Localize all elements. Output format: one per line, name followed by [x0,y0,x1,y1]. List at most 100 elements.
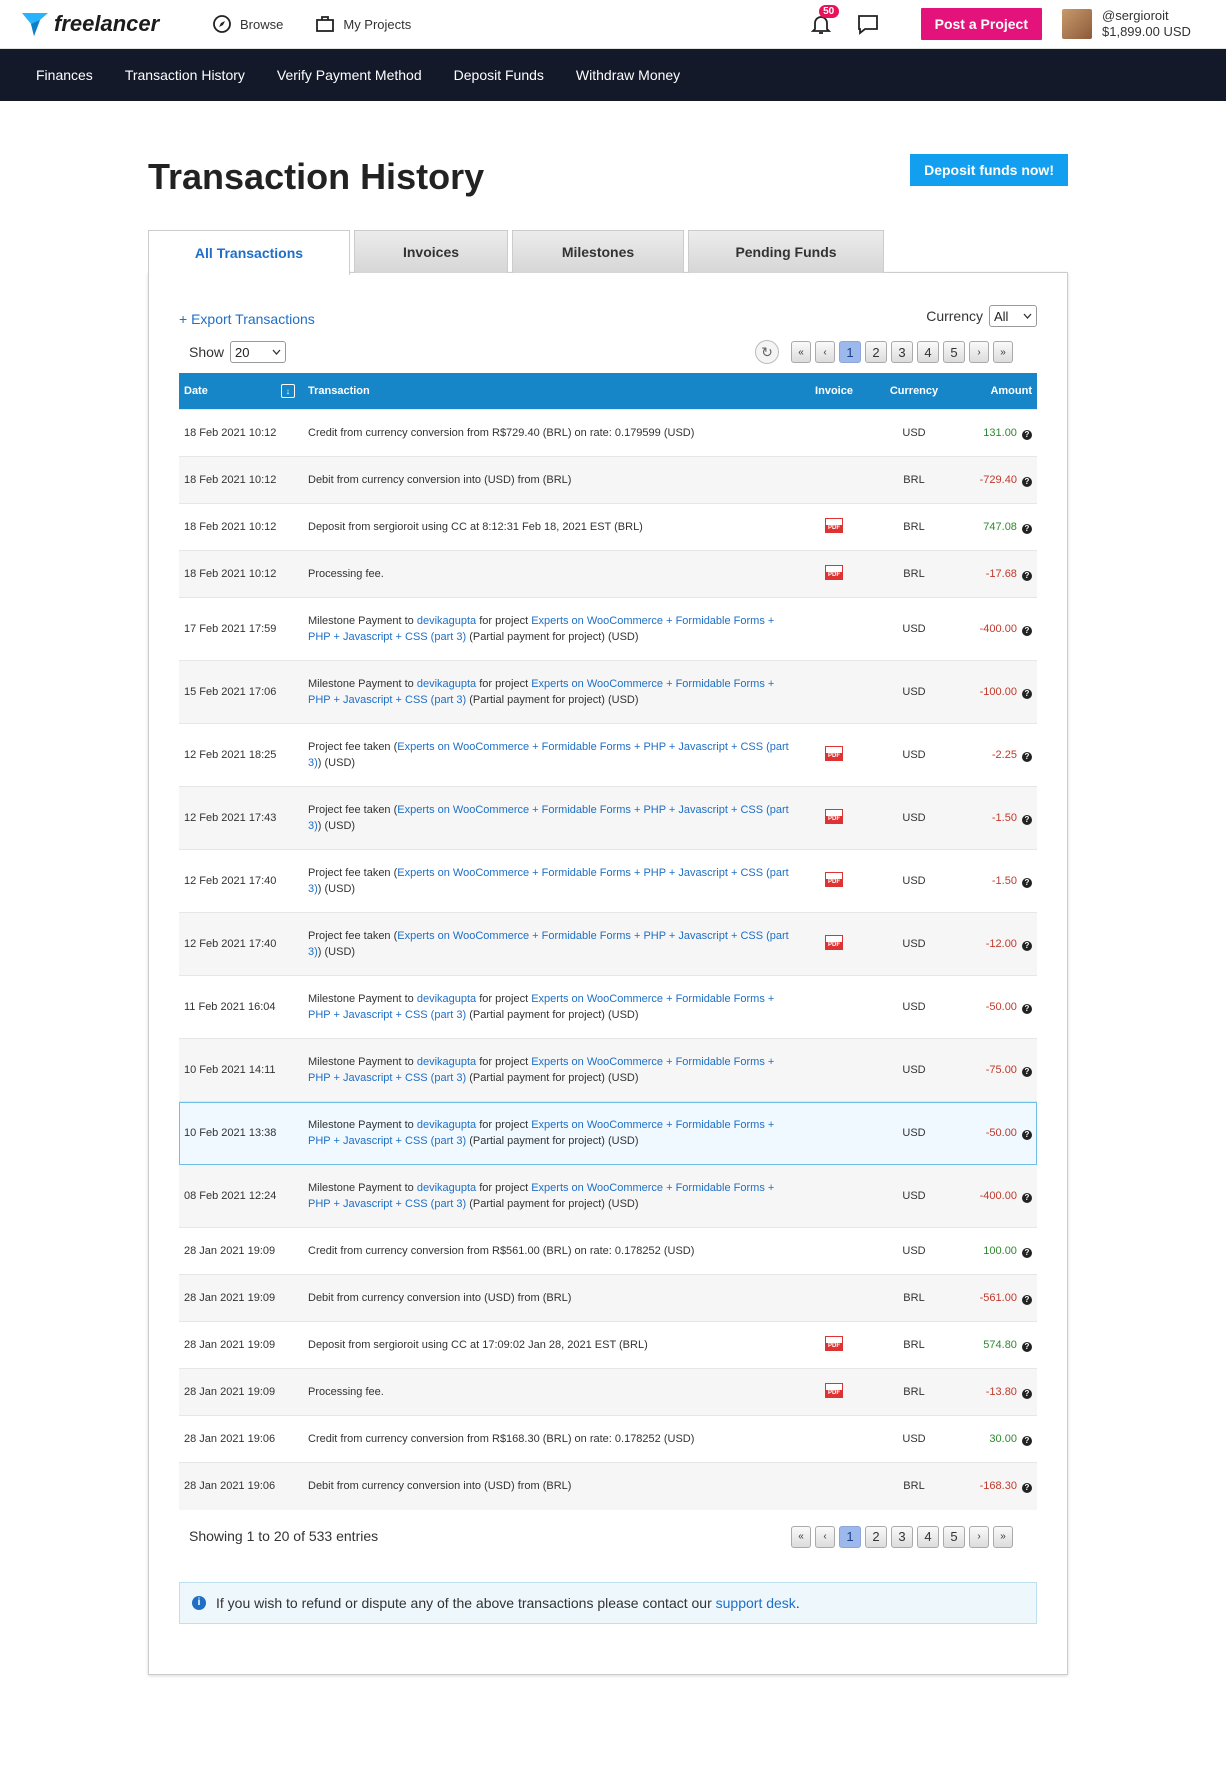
deposit-funds-now-button[interactable]: Deposit funds now! [910,154,1068,186]
table-row[interactable]: 10 Feb 2021 13:38 Milestone Payment to de… [179,1101,1037,1165]
tab-all-transactions[interactable]: All Transactions [148,230,350,275]
subnav-withdraw-money[interactable]: Withdraw Money [576,67,680,83]
table-row[interactable]: 08 Feb 2021 12:24 Milestone Payment to de… [179,1164,1037,1228]
help-icon[interactable]: ? [1022,1003,1032,1014]
table-row[interactable]: 12 Feb 2021 17:40 Project fee taken (Expe… [179,912,1037,976]
export-transactions-link[interactable]: + Export Transactions [179,311,315,327]
help-icon[interactable]: ? [1022,940,1032,951]
post-project-button[interactable]: Post a Project [920,8,1042,40]
row-currency: USD [902,1127,926,1139]
pager-page-1[interactable]: 1 [839,341,861,363]
freelancer-logo[interactable]: freelancer [20,10,180,38]
page-size-select[interactable]: 20 [230,341,287,363]
help-icon[interactable]: ? [1022,1341,1032,1352]
help-icon[interactable]: ? [1022,877,1032,888]
tab-invoices[interactable]: Invoices [354,230,508,273]
pager-last[interactable]: » [993,1525,1013,1548]
table-row[interactable]: 28 Jan 2021 19:09 Deposit from sergioroit… [179,1321,1037,1369]
subnav-deposit-funds[interactable]: Deposit Funds [454,67,544,83]
table-row[interactable]: 18 Feb 2021 10:12 Deposit from sergioroit… [179,503,1037,551]
refresh-icon[interactable]: ↻ [755,340,779,364]
pager-first[interactable]: « [791,1525,811,1548]
pager-page-5[interactable]: 5 [943,1525,965,1548]
help-icon[interactable]: ? [1022,1192,1032,1203]
pager-page-4[interactable]: 4 [917,341,939,363]
pager-page-2[interactable]: 2 [865,341,887,363]
pdf-invoice-icon[interactable]: PDF [825,872,843,887]
subnav-finances[interactable]: Finances [36,67,93,83]
freelancer-link[interactable]: devikagupta [417,1119,476,1131]
pager-last[interactable]: » [993,341,1013,363]
table-row[interactable]: 28 Jan 2021 19:06 Credit from currency co… [179,1415,1037,1463]
table-row[interactable]: 10 Feb 2021 14:11 Milestone Payment to de… [179,1038,1037,1102]
table-row[interactable]: 11 Feb 2021 16:04 Milestone Payment to de… [179,975,1037,1039]
pager-first[interactable]: « [791,341,811,363]
pdf-invoice-icon[interactable]: PDF [825,809,843,824]
freelancer-link[interactable]: devikagupta [417,678,476,690]
pager-page-2[interactable]: 2 [865,1525,887,1548]
tab-milestones[interactable]: Milestones [512,230,684,273]
help-icon[interactable]: ? [1022,523,1032,534]
freelancer-link[interactable]: devikagupta [417,615,476,627]
help-icon[interactable]: ? [1022,1388,1032,1399]
header-date[interactable]: Date ↓ [179,373,303,410]
user-info[interactable]: @sergioroit $1,899.00 USD [1102,8,1226,40]
browse-link[interactable]: Browse [212,14,283,34]
currency-select[interactable]: All [989,305,1037,327]
support-desk-link[interactable]: support desk [716,1595,796,1611]
subnav-transaction-history[interactable]: Transaction History [125,67,245,83]
table-row[interactable]: 17 Feb 2021 17:59 Milestone Payment to de… [179,597,1037,661]
table-row[interactable]: 12 Feb 2021 18:25 Project fee taken (Expe… [179,723,1037,787]
help-icon[interactable]: ? [1022,1482,1032,1493]
help-icon[interactable]: ? [1022,1129,1032,1140]
help-icon[interactable]: ? [1022,429,1032,440]
help-icon[interactable]: ? [1022,1294,1032,1305]
my-projects-link[interactable]: My Projects [315,14,411,34]
help-icon[interactable]: ? [1022,476,1032,487]
pager-page-1[interactable]: 1 [839,1525,861,1548]
table-row[interactable]: 28 Jan 2021 19:09 Credit from currency co… [179,1227,1037,1275]
freelancer-link[interactable]: devikagupta [417,993,476,1005]
subnav-verify-payment-method[interactable]: Verify Payment Method [277,67,422,83]
pdf-invoice-icon[interactable]: PDF [825,1383,843,1398]
avatar[interactable] [1062,9,1092,39]
table-row[interactable]: 12 Feb 2021 17:43 Project fee taken (Expe… [179,786,1037,850]
row-currency: BRL [903,568,925,580]
help-icon[interactable]: ? [1022,1435,1032,1446]
sort-down-icon[interactable]: ↓ [281,384,295,398]
notifications-button[interactable]: 50 [809,5,839,36]
pdf-invoice-icon[interactable]: PDF [825,746,843,761]
pager-page-4[interactable]: 4 [917,1525,939,1548]
help-icon[interactable]: ? [1022,688,1032,699]
table-row[interactable]: 28 Jan 2021 19:06 Debit from currency con… [179,1462,1037,1510]
pager-next[interactable]: › [969,1525,989,1548]
freelancer-link[interactable]: devikagupta [417,1056,476,1068]
help-icon[interactable]: ? [1022,751,1032,762]
pager-page-3[interactable]: 3 [891,341,913,363]
pager-page-3[interactable]: 3 [891,1525,913,1548]
messages-icon[interactable] [857,13,879,35]
table-row[interactable]: 12 Feb 2021 17:40 Project fee taken (Expe… [179,849,1037,913]
help-icon[interactable]: ? [1022,1247,1032,1258]
table-row[interactable]: 18 Feb 2021 10:12 Debit from currency con… [179,456,1037,504]
help-icon[interactable]: ? [1022,1066,1032,1077]
pager-prev[interactable]: ‹ [815,1525,835,1548]
table-row[interactable]: 28 Jan 2021 19:09 Processing fee. PDF BRL -1… [179,1368,1037,1416]
pdf-invoice-icon[interactable]: PDF [825,935,843,950]
table-row[interactable]: 18 Feb 2021 10:12 Credit from currency co… [179,409,1037,457]
pdf-invoice-icon[interactable]: PDF [825,518,843,533]
help-icon[interactable]: ? [1022,570,1032,581]
tab-pending-funds[interactable]: Pending Funds [688,230,884,273]
table-row[interactable]: 28 Jan 2021 19:09 Debit from currency con… [179,1274,1037,1322]
freelancer-link[interactable]: devikagupta [417,1182,476,1194]
table-row[interactable]: 15 Feb 2021 17:06 Milestone Payment to de… [179,660,1037,724]
help-icon[interactable]: ? [1022,625,1032,636]
pager-page-5[interactable]: 5 [943,341,965,363]
table-row[interactable]: 18 Feb 2021 10:12 Processing fee. PDF BRL -1… [179,550,1037,598]
pager-next[interactable]: › [969,341,989,363]
pdf-invoice-icon[interactable]: PDF [825,565,843,580]
pager-prev[interactable]: ‹ [815,341,835,363]
help-icon[interactable]: ? [1022,814,1032,825]
pdf-invoice-icon[interactable]: PDF [825,1336,843,1351]
transaction-text: Deposit from sergioroit using CC at 8:12… [308,521,643,533]
